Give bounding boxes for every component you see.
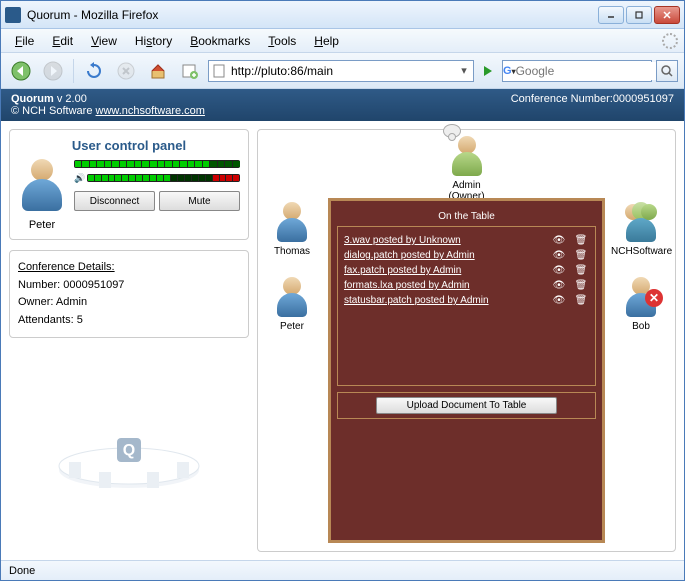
delete-icon[interactable]: 🗑 (573, 280, 589, 291)
conference-details: Conference Details: Number: 0000951097 O… (9, 250, 249, 338)
table-title: On the Table (337, 207, 596, 226)
avatar-icon (274, 200, 310, 246)
app-header: Quorum v 2.00 © NCH Software www.nchsoft… (1, 89, 684, 121)
copyright: © NCH Software (11, 105, 92, 117)
details-number-label: Number: (18, 279, 60, 291)
view-icon[interactable]: 👁 (551, 295, 567, 306)
file-link[interactable]: fax.patch posted by Admin (344, 265, 545, 276)
speaker-icon: 🔊 (74, 173, 85, 184)
participant-label: Peter (262, 321, 322, 332)
menu-edit[interactable]: Edit (44, 32, 81, 50)
view-icon[interactable]: 👁 (551, 265, 567, 276)
ucp-title: User control panel (18, 138, 240, 153)
participant-bob[interactable]: ✕ Bob (611, 275, 671, 332)
google-icon: G▾ (503, 65, 516, 77)
page-icon (211, 63, 227, 79)
file-link[interactable]: dialog.patch posted by Admin (344, 250, 545, 261)
details-owner-label: Owner: (18, 296, 53, 308)
stop-button[interactable] (112, 57, 140, 85)
go-button[interactable] (478, 61, 498, 81)
participant-label: NCHSoftware (611, 246, 671, 257)
url-bar[interactable]: ▾ (208, 60, 474, 82)
remove-icon: ✕ (645, 289, 663, 307)
avatar-icon (274, 275, 310, 321)
file-row: statusbar.patch posted by Admin 👁 🗑 (344, 293, 589, 308)
menubar: File Edit View History Bookmarks Tools H… (1, 29, 684, 53)
search-input[interactable] (516, 62, 671, 80)
avatar-icon: ✕ (623, 275, 659, 321)
participant-thomas[interactable]: Thomas (262, 200, 322, 257)
view-icon[interactable]: 👁 (551, 280, 567, 291)
table-panel: On the Table 3.wav posted by Unknown 👁 🗑 d… (328, 198, 605, 543)
meeting-illustration: Q (9, 348, 249, 552)
details-attend-label: Attendants: (18, 314, 74, 326)
close-button[interactable] (654, 6, 680, 24)
search-button[interactable] (656, 60, 678, 82)
menu-view[interactable]: View (83, 32, 125, 50)
participant-nchsoftware[interactable]: NCHSoftware (611, 200, 671, 257)
details-owner: Admin (56, 296, 87, 308)
search-box[interactable]: G▾ (502, 60, 652, 82)
delete-icon[interactable]: 🗑 (573, 265, 589, 276)
reload-button[interactable] (80, 57, 108, 85)
svg-text:Q: Q (123, 442, 135, 459)
toolbar: ▾ G▾ (1, 53, 684, 89)
status-text: Done (9, 565, 35, 577)
minimize-button[interactable] (598, 6, 624, 24)
app-icon (5, 7, 21, 23)
file-row: 3.wav posted by Unknown 👁 🗑 (344, 233, 589, 248)
home-button[interactable] (144, 57, 172, 85)
file-row: formats.lxa posted by Admin 👁 🗑 (344, 278, 589, 293)
self-name: Peter (18, 219, 66, 231)
details-header: Conference Details: (18, 259, 240, 277)
throbber-icon (662, 33, 678, 49)
participant-label: Bob (611, 321, 671, 332)
statusbar: Done (1, 560, 684, 580)
new-tab-button[interactable] (176, 57, 204, 85)
back-button[interactable] (7, 57, 35, 85)
participant-admin[interactable]: Admin (Owner) (437, 134, 497, 202)
file-row: fax.patch posted by Admin 👁 🗑 (344, 263, 589, 278)
file-link[interactable]: formats.lxa posted by Admin (344, 280, 545, 291)
file-row: dialog.patch posted by Admin 👁 🗑 (344, 248, 589, 263)
delete-icon[interactable]: 🗑 (573, 235, 589, 246)
file-link[interactable]: statusbar.patch posted by Admin (344, 295, 545, 306)
vendor-link[interactable]: www.nchsoftware.com (96, 105, 205, 117)
conference-view: Admin (Owner) Thomas Peter NCHSoftware ✕… (257, 129, 676, 552)
menu-history[interactable]: History (127, 32, 180, 50)
avatar-icon (449, 134, 485, 180)
menu-tools[interactable]: Tools (260, 32, 304, 50)
avatar-self (18, 157, 66, 217)
menu-bookmarks[interactable]: Bookmarks (182, 32, 258, 50)
level-meter-in (87, 174, 240, 182)
app-version: v 2.00 (57, 93, 87, 105)
conf-number: 0000951097 (613, 93, 674, 105)
file-link[interactable]: 3.wav posted by Unknown (344, 235, 545, 246)
view-icon[interactable]: 👁 (551, 250, 567, 261)
participant-label: Thomas (262, 246, 322, 257)
details-number: 0000951097 (63, 279, 124, 291)
view-icon[interactable]: 👁 (551, 235, 567, 246)
url-dropdown-icon[interactable]: ▾ (457, 64, 471, 77)
forward-button[interactable] (39, 57, 67, 85)
file-list: 3.wav posted by Unknown 👁 🗑 dialog.patch p… (337, 226, 596, 386)
menu-file[interactable]: File (7, 32, 42, 50)
delete-icon[interactable]: 🗑 (573, 250, 589, 261)
window-title: Quorum - Mozilla Firefox (27, 8, 598, 22)
level-meter-out (74, 160, 240, 168)
avatar-icon (623, 200, 659, 246)
user-control-panel: User control panel Peter 🔊 Disconnect Mu… (9, 129, 249, 240)
titlebar: Quorum - Mozilla Firefox (1, 1, 684, 29)
maximize-button[interactable] (626, 6, 652, 24)
upload-button[interactable]: Upload Document To Table (376, 397, 558, 414)
delete-icon[interactable]: 🗑 (573, 295, 589, 306)
url-input[interactable] (231, 62, 457, 80)
mute-button[interactable]: Mute (159, 191, 240, 211)
participant-peter[interactable]: Peter (262, 275, 322, 332)
app-name: Quorum (11, 93, 54, 105)
disconnect-button[interactable]: Disconnect (74, 191, 155, 211)
details-attend: 5 (77, 314, 83, 326)
menu-help[interactable]: Help (306, 32, 347, 50)
conf-number-label: Conference Number: (511, 93, 613, 105)
